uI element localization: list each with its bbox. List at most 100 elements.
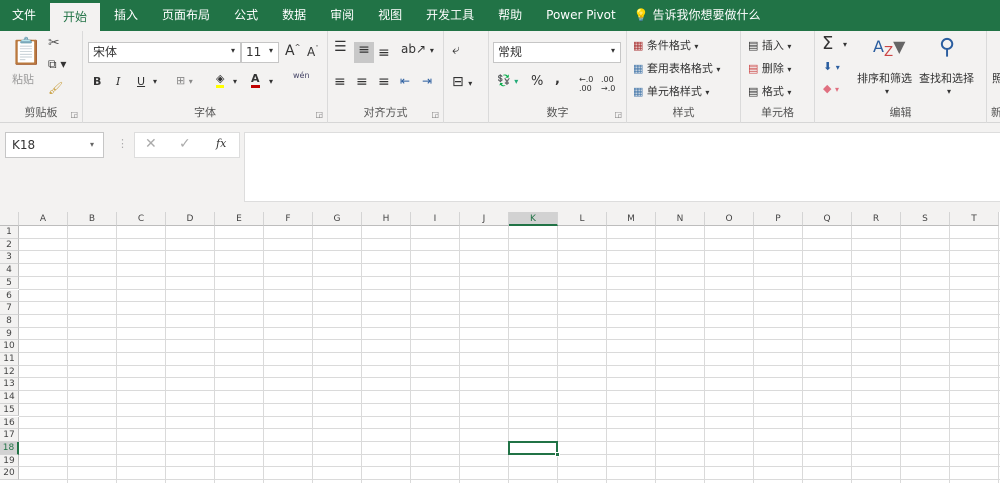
- row-header[interactable]: 3: [0, 251, 19, 265]
- paste-button[interactable]: 粘贴: [12, 71, 34, 87]
- comma-button[interactable]: ,: [555, 72, 560, 87]
- align-center-icon[interactable]: ≡: [356, 74, 368, 90]
- orientation-icon[interactable]: ab↗ ▾: [401, 42, 434, 56]
- column-header[interactable]: F: [264, 212, 313, 226]
- fill-color-icon[interactable]: ◈: [216, 72, 225, 88]
- cell-styles-button[interactable]: ▦ 单元格样式 ▾: [633, 83, 709, 99]
- font-size-select[interactable]: 11: [241, 42, 279, 63]
- tab-9[interactable]: 帮助: [486, 0, 534, 31]
- dialog-launcher-icon[interactable]: ◲: [315, 110, 323, 119]
- phonetic-icon[interactable]: wén: [293, 71, 310, 80]
- decrease-decimal-icon[interactable]: .00 →.0: [601, 75, 615, 93]
- top-align-icon[interactable]: ☰: [334, 39, 347, 55]
- find-select-button[interactable]: 查找和选择: [919, 70, 974, 86]
- number-format-select[interactable]: 常规: [493, 42, 621, 63]
- increase-indent-icon[interactable]: ⇥: [422, 74, 432, 88]
- dialog-launcher-icon[interactable]: ◲: [431, 110, 439, 119]
- fill-icon[interactable]: ⬇ ▾: [823, 60, 840, 73]
- increase-decimal-icon[interactable]: ←.0.00: [579, 75, 593, 93]
- conditional-format-button[interactable]: ▦ 条件格式 ▾: [633, 37, 698, 53]
- format-painter-icon[interactable]: 🖌: [48, 81, 63, 95]
- border-icon[interactable]: ⊞ ▾: [176, 74, 193, 87]
- column-header[interactable]: S: [901, 212, 950, 226]
- row-header[interactable]: 17: [0, 429, 19, 442]
- row-header[interactable]: 9: [0, 327, 19, 341]
- accounting-format-icon[interactable]: 💱 ▾: [497, 74, 518, 87]
- fill-handle[interactable]: [555, 452, 560, 458]
- autosum-button[interactable]: Σ: [822, 33, 833, 54]
- tab-6[interactable]: 审阅: [318, 0, 366, 31]
- tab-5[interactable]: 数据: [270, 0, 318, 31]
- bottom-align-icon[interactable]: ≡: [378, 45, 390, 61]
- row-header[interactable]: 19: [0, 454, 19, 468]
- enter-icon[interactable]: ✓: [179, 136, 191, 152]
- dialog-launcher-icon[interactable]: ◲: [614, 110, 622, 119]
- clear-icon[interactable]: ◆ ▾: [823, 82, 839, 95]
- column-header[interactable]: M: [607, 212, 656, 226]
- row-header[interactable]: 15: [0, 403, 19, 417]
- align-right-icon[interactable]: ≡: [378, 74, 390, 90]
- row-header[interactable]: 20: [0, 467, 19, 480]
- row-header[interactable]: 14: [0, 391, 19, 404]
- underline-button[interactable]: U: [137, 75, 145, 88]
- tab-8[interactable]: 开发工具: [414, 0, 486, 31]
- copy-icon[interactable]: ⧉ ▾: [48, 57, 66, 72]
- row-header[interactable]: 1: [0, 226, 19, 239]
- column-header[interactable]: A: [19, 212, 68, 226]
- cancel-icon[interactable]: ✕: [145, 136, 157, 152]
- selected-cell[interactable]: [508, 440, 560, 458]
- column-header[interactable]: J: [460, 212, 509, 226]
- row-header[interactable]: 7: [0, 302, 19, 315]
- select-all-corner[interactable]: [0, 212, 19, 226]
- insert-cells-button[interactable]: ▤ 插入 ▾: [748, 37, 791, 53]
- tab-1[interactable]: 开始: [50, 3, 101, 31]
- cut-icon[interactable]: ✂: [48, 35, 60, 51]
- tab-10[interactable]: Power Pivot: [534, 0, 628, 31]
- next-group-button[interactable]: 照: [992, 70, 1000, 86]
- delete-cells-button[interactable]: ▤ 删除 ▾: [748, 60, 791, 76]
- row-header[interactable]: 10: [0, 340, 19, 353]
- column-header[interactable]: D: [166, 212, 215, 226]
- tell-me-search[interactable]: 💡 告诉我你想要做什么: [634, 0, 761, 31]
- decrease-indent-icon[interactable]: ⇤: [400, 74, 410, 88]
- column-header[interactable]: H: [362, 212, 411, 226]
- row-header[interactable]: 12: [0, 365, 19, 379]
- column-header[interactable]: K: [509, 212, 558, 226]
- formula-input[interactable]: [244, 132, 1000, 202]
- row-header[interactable]: 8: [0, 314, 19, 328]
- align-left-icon[interactable]: ≡: [334, 74, 346, 90]
- row-header[interactable]: 5: [0, 276, 19, 290]
- bold-button[interactable]: B: [93, 75, 101, 88]
- merge-center-icon[interactable]: ⊟ ▾: [452, 74, 472, 90]
- column-header[interactable]: G: [313, 212, 362, 226]
- insert-function-icon[interactable]: fx: [216, 137, 226, 150]
- tab-0[interactable]: 文件: [0, 0, 48, 31]
- column-header[interactable]: T: [950, 212, 999, 226]
- column-header[interactable]: E: [215, 212, 264, 226]
- font-color-icon[interactable]: A: [251, 72, 260, 88]
- sort-filter-button[interactable]: 排序和筛选: [857, 70, 912, 86]
- row-header[interactable]: 11: [0, 353, 19, 366]
- grow-font-icon[interactable]: A^: [285, 43, 300, 59]
- shrink-font-icon[interactable]: Aˇ: [307, 45, 319, 59]
- column-header[interactable]: C: [117, 212, 166, 226]
- tab-2[interactable]: 插入: [102, 0, 150, 31]
- row-header[interactable]: 13: [0, 378, 19, 392]
- row-header[interactable]: 18: [0, 441, 19, 455]
- wrap-text-icon[interactable]: ⤶: [452, 42, 460, 58]
- column-header[interactable]: B: [68, 212, 117, 226]
- font-name-select[interactable]: 宋体: [88, 42, 241, 63]
- tab-3[interactable]: 页面布局: [150, 0, 222, 31]
- column-header[interactable]: O: [705, 212, 754, 226]
- worksheet-grid[interactable]: A B C D E F G H I J K L M N O P Q R S T 1 2 3 4 5 6 7 8 9 10 11 12 13 14 1…: [0, 212, 1000, 483]
- row-header[interactable]: 6: [0, 289, 19, 303]
- percent-button[interactable]: %: [531, 74, 543, 89]
- italic-button[interactable]: I: [116, 75, 120, 88]
- column-header[interactable]: Q: [803, 212, 852, 226]
- column-header[interactable]: I: [411, 212, 460, 226]
- middle-align-icon[interactable]: ≡: [354, 42, 374, 63]
- format-as-table-button[interactable]: ▦ 套用表格格式 ▾: [633, 60, 720, 76]
- splitter-handle[interactable]: ⋮: [117, 137, 128, 150]
- column-header[interactable]: L: [558, 212, 607, 226]
- row-header[interactable]: 4: [0, 264, 19, 277]
